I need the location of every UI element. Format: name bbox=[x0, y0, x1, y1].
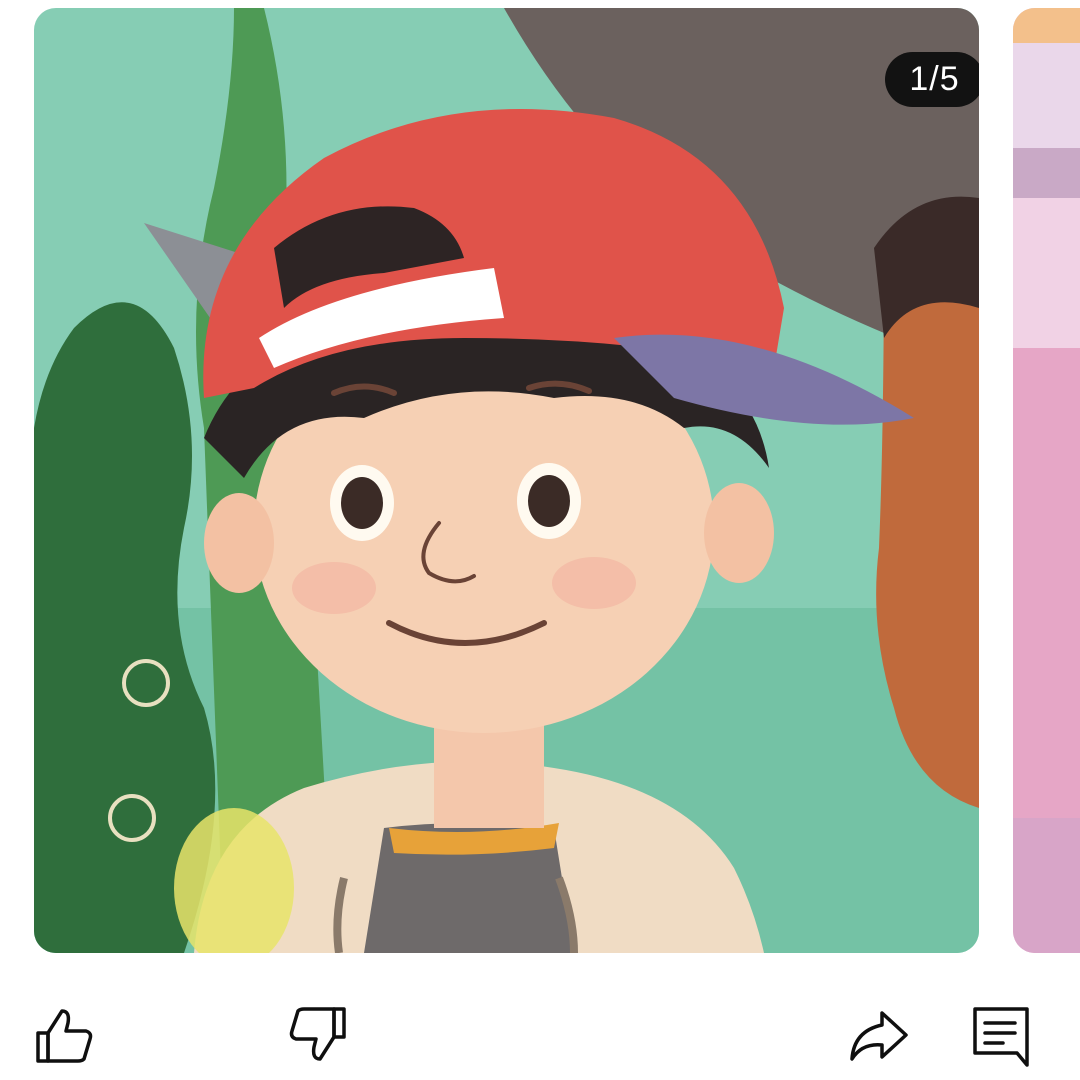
image-carousel[interactable]: 1/5 bbox=[0, 0, 1080, 960]
carousel-image-next-preview[interactable] bbox=[1013, 8, 1080, 953]
dislike-button[interactable] bbox=[276, 995, 356, 1075]
comment-icon bbox=[973, 1007, 1029, 1067]
share-icon bbox=[850, 1011, 908, 1061]
thumb-down-icon bbox=[289, 1007, 346, 1061]
comment-button[interactable] bbox=[961, 995, 1041, 1075]
action-bar bbox=[0, 995, 1080, 1080]
cartoon-boy-illustration bbox=[34, 8, 979, 953]
like-button[interactable] bbox=[26, 995, 106, 1075]
image-counter-badge: 1/5 bbox=[885, 52, 979, 107]
next-image-preview bbox=[1013, 8, 1080, 953]
share-button[interactable] bbox=[838, 995, 918, 1075]
thumb-up-icon bbox=[36, 1009, 93, 1063]
carousel-image-current[interactable]: 1/5 bbox=[34, 8, 979, 953]
